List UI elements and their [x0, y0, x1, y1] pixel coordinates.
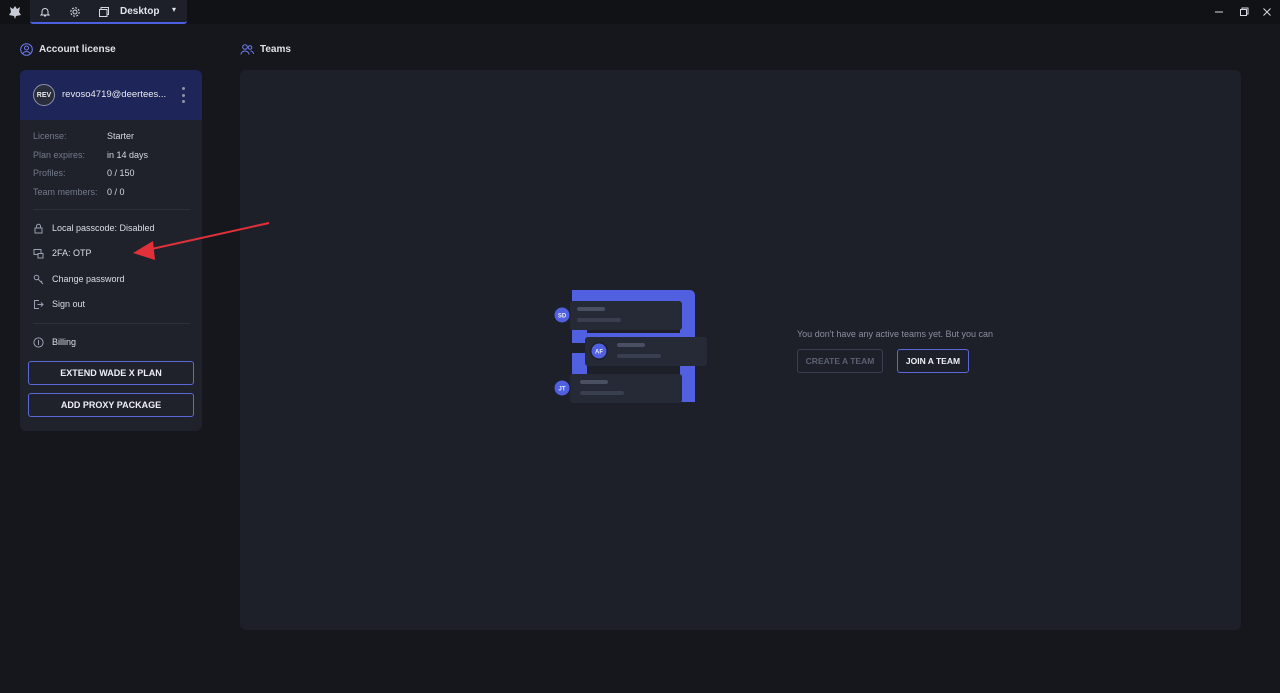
account-license-heading: Account license: [20, 43, 116, 56]
teams-heading: Teams: [240, 43, 291, 56]
sign-out-label: Sign out: [52, 299, 86, 309]
lock-icon: [34, 223, 43, 233]
license-label: License:: [33, 131, 67, 141]
windows-icon[interactable]: [96, 4, 112, 20]
teams-empty-illustration: SD AF JT: [553, 290, 707, 403]
team-icon: [240, 44, 254, 55]
user-circle-icon: [20, 43, 33, 56]
two-fa-label: 2FA: OTP: [52, 248, 92, 258]
add-proxy-package-button[interactable]: ADD PROXY PACKAGE: [28, 393, 194, 417]
team-members-value: 0 / 0: [107, 187, 125, 197]
profiles-value: 0 / 150: [107, 168, 135, 178]
divider: [33, 209, 190, 210]
create-team-button[interactable]: CREATE A TEAM: [797, 349, 883, 373]
sign-out-item[interactable]: Sign out: [33, 297, 85, 311]
gear-icon[interactable]: [67, 4, 83, 20]
license-value: Starter: [107, 131, 135, 141]
plan-expires-value: in 14 days: [107, 150, 149, 160]
change-password-item[interactable]: Change password: [33, 272, 125, 286]
no-teams-message: You don't have any active teams yet. But…: [797, 329, 994, 339]
workspace-label[interactable]: Desktop: [120, 6, 159, 17]
key-icon: [33, 274, 44, 284]
close-icon[interactable]: [1259, 4, 1275, 20]
two-fa-item[interactable]: 2FA: OTP: [33, 246, 92, 260]
billing-label: Billing: [52, 337, 77, 347]
chevron-down-icon[interactable]: ▾: [172, 5, 176, 14]
teams-panel: SD AF JT You don't have any active teams…: [240, 70, 1241, 630]
billing-item[interactable]: Billing: [33, 335, 76, 349]
profiles-label: Profiles:: [33, 168, 66, 178]
account-email: revoso4719@deertees...: [62, 89, 167, 100]
join-team-button[interactable]: JOIN A TEAM: [897, 349, 969, 373]
teams-title: Teams: [260, 44, 291, 55]
minimize-icon[interactable]: [1211, 4, 1227, 20]
account-header: REV revoso4719@deertees...: [20, 70, 202, 120]
billing-icon: [33, 336, 44, 348]
more-options-icon[interactable]: [180, 87, 186, 103]
two-factor-icon: [33, 248, 44, 258]
divider: [33, 323, 190, 324]
avatar: REV: [33, 84, 55, 106]
change-password-label: Change password: [52, 274, 125, 284]
sign-out-icon: [34, 299, 44, 309]
workspace-tab-bar: Desktop ▾: [30, 0, 187, 24]
title-bar: Desktop ▾: [0, 0, 1280, 24]
badge-jt: JT: [558, 387, 565, 393]
badge-af: AF: [595, 350, 603, 356]
badge-sd: SD: [558, 314, 567, 320]
app-logo-icon[interactable]: [7, 4, 23, 20]
annotation-arrow-icon: [133, 222, 270, 260]
team-members-label: Team members:: [33, 187, 98, 197]
extend-plan-button[interactable]: EXTEND WADE X PLAN: [28, 361, 194, 385]
restore-icon[interactable]: [1236, 4, 1252, 20]
account-license-title: Account license: [39, 44, 116, 55]
bell-icon[interactable]: [37, 4, 53, 20]
plan-expires-label: Plan expires:: [33, 150, 86, 160]
